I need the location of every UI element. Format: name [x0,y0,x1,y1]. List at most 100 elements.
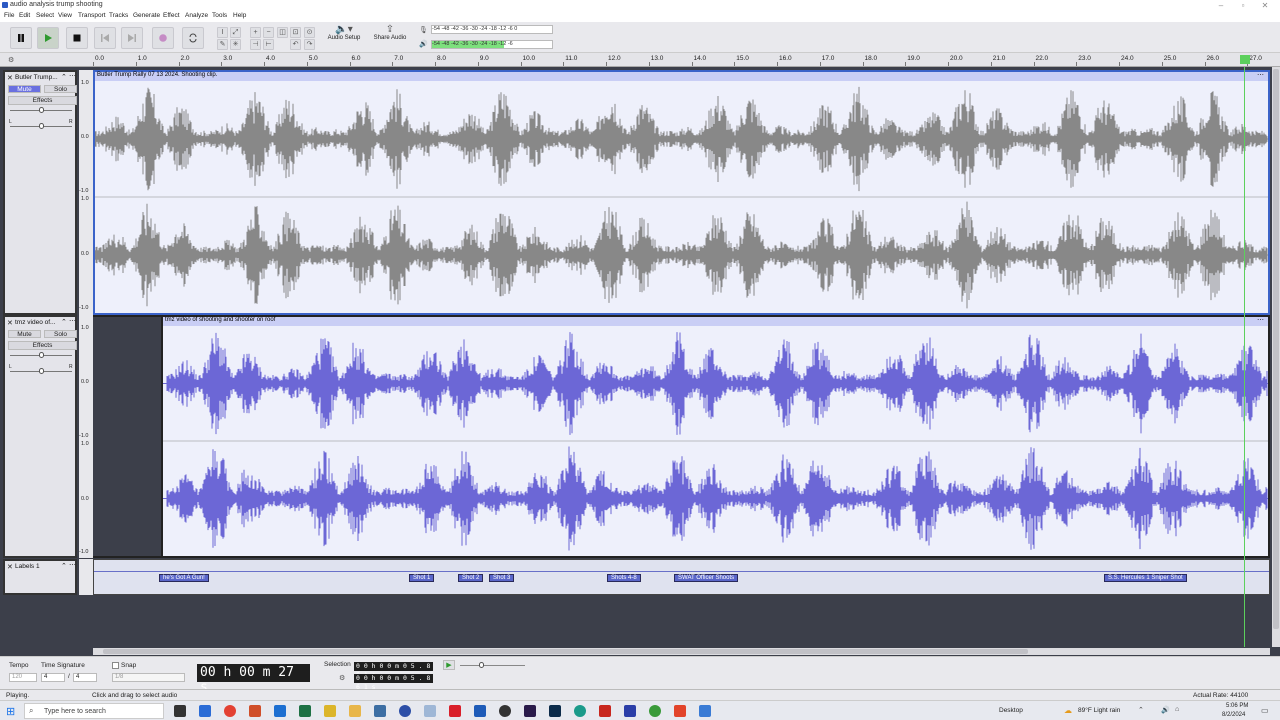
opera-icon[interactable] [449,705,461,717]
fit-selection-icon[interactable]: ◫ [277,27,288,38]
tempo-input[interactable]: 120 [9,673,37,682]
mail-icon[interactable] [374,705,386,717]
snap-select[interactable]: 1/8 [112,673,185,682]
ts-numerator-input[interactable]: 4 [41,673,65,682]
app2-icon[interactable] [649,705,661,717]
edge-icon[interactable] [199,705,211,717]
track2-empty-region[interactable] [93,315,161,558]
track-menu-icon[interactable]: ⋯ [69,72,76,80]
label-shot-2[interactable]: Shot 2 [458,574,484,582]
zoom-out-icon[interactable]: − [263,27,274,38]
audacity-taskbar-icon[interactable] [624,705,636,717]
menu-generate[interactable]: Generate [133,12,160,19]
solo-button[interactable]: Solo [44,85,77,93]
vertical-scrollbar[interactable] [1272,67,1280,647]
play-speed-thumb[interactable] [479,662,484,668]
audio-setup-button[interactable]: 🔈▾ Audio Setup [326,24,362,50]
file-explorer-icon[interactable] [349,705,361,717]
mute-button[interactable]: Mute [8,85,41,93]
playhead-marker[interactable] [1240,55,1250,64]
track-menu-icon[interactable]: ⋯ [69,317,76,325]
close-track-icon[interactable]: ✕ [7,319,13,327]
silence-icon[interactable]: ⊢ [263,39,274,50]
label-swat-officer[interactable]: SWAT Officer Shoots [674,574,739,582]
undo-icon[interactable]: ↶ [290,39,301,50]
timeline-options-icon[interactable]: ⚙ [8,56,14,64]
brave-icon[interactable] [249,705,261,717]
minimize-icon[interactable]: – [1216,1,1226,10]
menu-select[interactable]: Select [36,12,54,19]
menu-transport[interactable]: Transport [78,12,106,19]
menu-file[interactable]: File [4,12,14,19]
track2-waveform[interactable] [163,326,1268,556]
track1-clip[interactable]: Butler Trump Rally 07 13 2024. Shooting … [93,70,1270,315]
menu-analyze[interactable]: Analyze [185,12,208,19]
label-gun[interactable]: he's Got A Gun! [159,574,209,582]
skip-end-button[interactable] [121,27,143,49]
effects-button[interactable]: Effects [8,96,77,105]
photoshop-icon[interactable] [549,705,561,717]
redo-icon[interactable]: ↷ [304,39,315,50]
clock-date[interactable]: 8/2/2024 [1222,712,1245,718]
track-menu-icon[interactable]: ⋯ [69,561,76,569]
play-speed-slider[interactable] [460,665,525,666]
notepad-icon[interactable] [424,705,436,717]
label-shots-4-8[interactable]: Shots 4-8 [607,574,641,582]
playback-meter[interactable]: -54 -48 -42 -36 -30 -24 -18 -12 -6 [431,40,553,49]
stop-button[interactable] [66,27,88,49]
clock-time[interactable]: 5:06 PM [1226,703,1248,709]
horizontal-scrollbar[interactable] [93,648,1270,655]
track-control-panel[interactable]: ✕ tmz video of... ⌃ ⋯ Mute Solo Effects … [3,315,77,558]
play-button[interactable] [37,27,59,49]
network-icon[interactable]: ⌂ [1175,706,1179,713]
zoom-in-icon[interactable]: + [250,27,261,38]
collapse-icon[interactable]: ⌃ [61,318,67,326]
track2-clip[interactable]: tmz video of shooting and shooter on roo… [161,315,1270,558]
snap-checkbox[interactable] [112,662,119,669]
zoom-toggle-icon[interactable]: ⊙ [304,27,315,38]
trim-icon[interactable]: ⊣ [250,39,261,50]
menu-edit[interactable]: Edit [19,12,30,19]
skip-start-button[interactable] [94,27,116,49]
vscroll-thumb[interactable] [1273,69,1279,629]
scrollbar-thumb[interactable] [103,649,1028,654]
timeline-ruler[interactable]: ⚙ 0.0 1.0 2.0 3.0 4.0 5.0 6.0 7.0 8.0 9.0 10.0 11.0… [0,53,1280,67]
multi-tool-icon[interactable]: ✳ [230,39,241,50]
pan-slider-thumb[interactable] [39,123,44,129]
clip-menu-icon[interactable]: ⋯ [1257,71,1264,79]
close-track-icon[interactable]: ✕ [7,74,13,82]
label-track-control-panel[interactable]: ✕ Labels 1 ⌃ ⋯ [3,559,77,595]
label-shot-1[interactable]: Shot 1 [409,574,435,582]
track-name[interactable]: Butler Trump... [15,74,58,81]
collapse-icon[interactable]: ⌃ [61,73,67,81]
clip-menu-icon[interactable]: ⋯ [1257,316,1264,324]
play-at-speed-button[interactable]: ▶ [443,660,455,670]
weather-text[interactable]: 89°F Light rain [1078,707,1120,714]
selection-start-time[interactable]: 0 0 h 0 0 m 0 5 . 8 6 1 s [354,662,433,679]
acrobat-icon[interactable] [599,705,611,717]
menu-view[interactable]: View [58,12,72,19]
selection-end-time[interactable]: 0 0 h 0 0 m 0 5 . 8 6 1 s [354,674,433,691]
collapse-icon[interactable]: ⌃ [61,562,67,570]
edge-dev-icon[interactable] [574,705,586,717]
ts-denominator-input[interactable]: 4 [73,673,97,682]
record-button[interactable] [152,27,174,49]
time-display[interactable]: 00 h 00 m 27 s [197,664,310,695]
pause-button[interactable] [10,27,32,49]
maximize-icon[interactable]: ▫ [1238,1,1248,10]
draw-tool-icon[interactable]: ✎ [217,39,228,50]
menu-help[interactable]: Help [233,12,246,19]
label-sniper-shot[interactable]: S.S. Hercules 1 Sniper Shot [1104,574,1187,582]
label-shot-3[interactable]: Shot 3 [489,574,515,582]
loop-button[interactable] [182,27,204,49]
excel-icon[interactable] [299,705,311,717]
track-name[interactable]: tmz video of... [15,319,55,326]
windows-start-icon[interactable]: ⊞ [6,705,15,718]
sticky-notes-icon[interactable] [324,705,336,717]
desktop-label[interactable]: Desktop [999,707,1023,714]
label-track-area[interactable]: he's Got A Gun! Shot 1 Shot 2 Shot 3 Sho… [93,559,1270,595]
app3-icon[interactable] [674,705,686,717]
notifications-icon[interactable]: ▭ [1261,706,1269,715]
app4-icon[interactable] [699,705,711,717]
tray-chevron-icon[interactable]: ⌃ [1138,706,1144,714]
